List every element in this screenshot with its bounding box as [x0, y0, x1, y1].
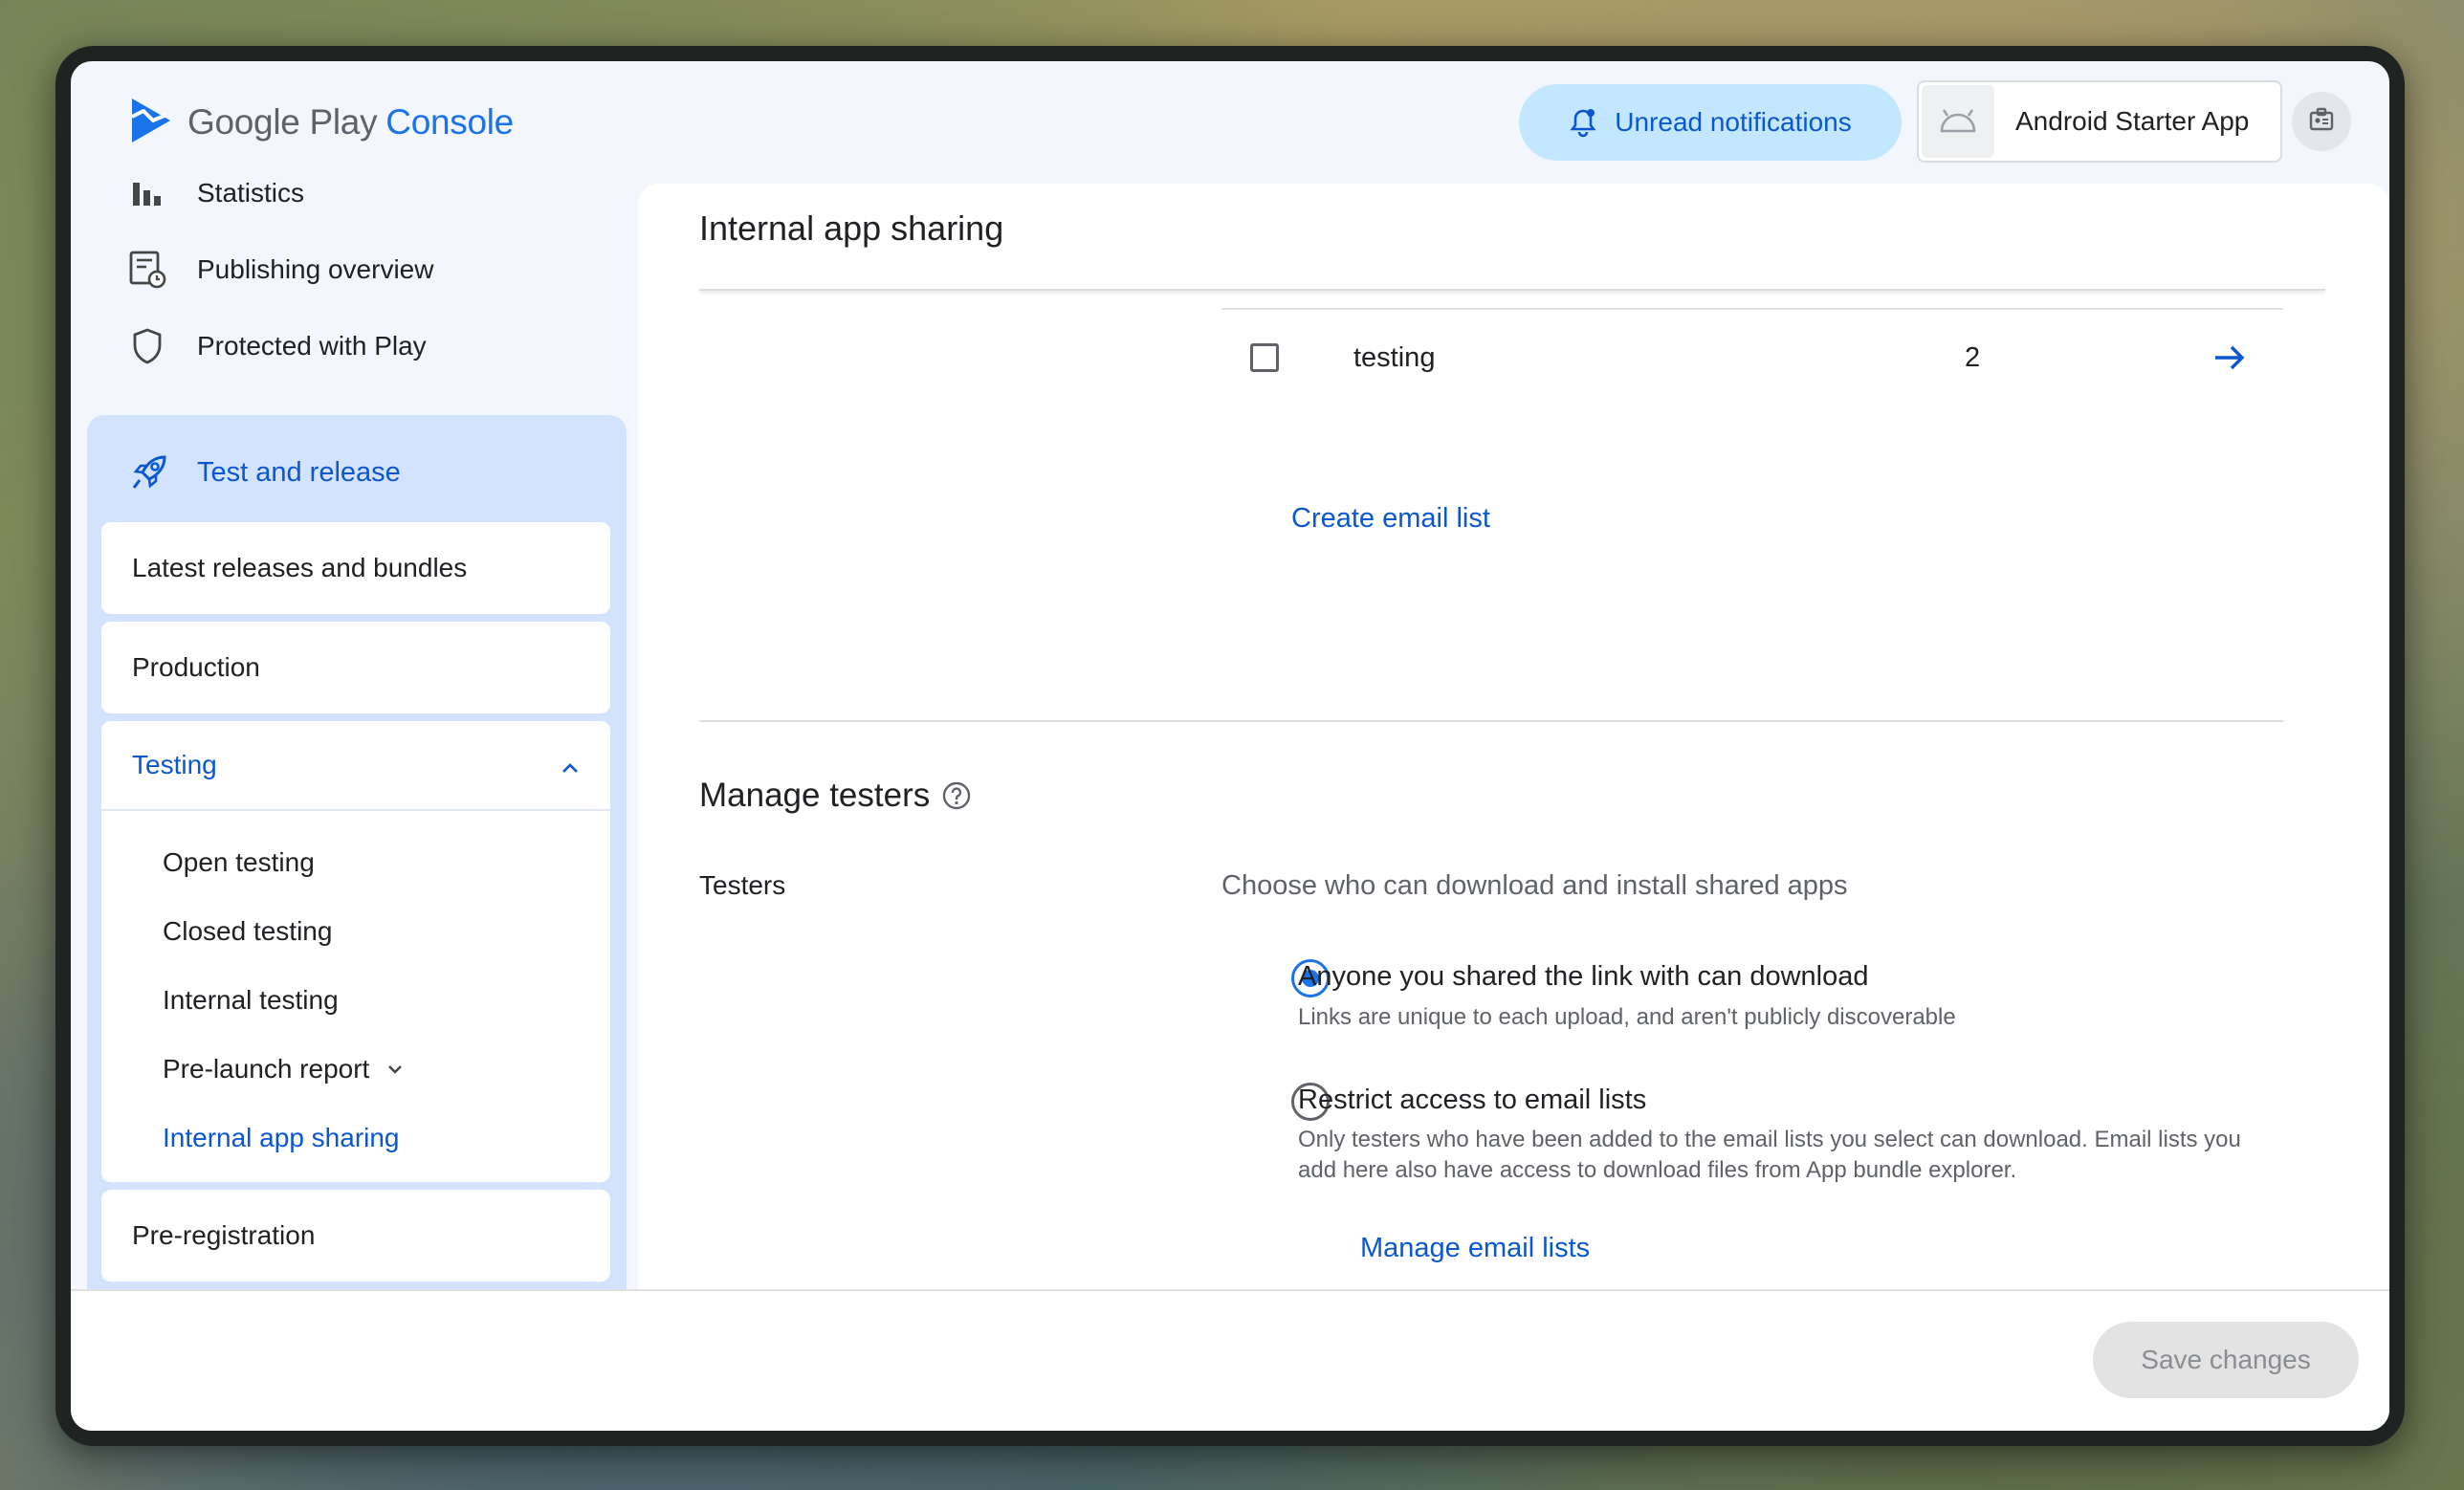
android-app-icon: [1922, 85, 1994, 158]
option-description: Only testers who have been added to the …: [1298, 1127, 2241, 1183]
sidebar-testing-group: Testing Open testing Closed testing Inte…: [101, 721, 610, 1182]
chevron-down-icon: [386, 1063, 404, 1075]
sidebar-item-pre-launch-report[interactable]: Pre-launch report: [101, 1035, 610, 1104]
sidebar-item-pre-registration[interactable]: Pre-registration: [101, 1190, 610, 1282]
sidebar-item-label: Testing: [132, 750, 217, 779]
table-divider: [1221, 308, 2283, 310]
sidebar-item-internal-app-sharing[interactable]: Internal app sharing: [101, 1104, 610, 1172]
sidebar-item-label: Latest releases and bundles: [132, 553, 468, 582]
sidebar-item-closed-testing[interactable]: Closed testing: [101, 897, 610, 966]
app-name: Android Starter App: [2015, 106, 2250, 136]
sidebar-item-label: Internal app sharing: [163, 1123, 400, 1152]
sidebar-item-label: Production: [132, 652, 260, 682]
sidebar-item-label: Internal testing: [163, 985, 339, 1015]
section-divider: [699, 720, 2283, 722]
sidebar-item-production[interactable]: Production: [101, 622, 610, 713]
unread-notifications-button[interactable]: Unread notifications: [1519, 84, 1902, 161]
email-list-name: testing: [1353, 341, 1436, 373]
sidebar-item-label: Protected with Play: [197, 331, 427, 361]
chevron-up-icon: [561, 750, 580, 780]
main-content: Internal app sharing testing 2 Create em…: [638, 184, 2389, 1350]
sidebar-item-protected-with-play[interactable]: Protected with Play: [128, 318, 427, 375]
logo-wordmark: Google Play Console: [187, 102, 514, 142]
app-selector[interactable]: Android Starter App: [1917, 80, 2282, 163]
notification-bell-icon: [1569, 107, 1597, 138]
account-button[interactable]: [2292, 92, 2351, 151]
rocket-icon: [128, 451, 170, 493]
email-list-checkbox[interactable]: [1250, 343, 1279, 372]
page-title: Internal app sharing: [699, 208, 1004, 248]
bar-chart-icon: [128, 174, 166, 212]
play-console-logo-icon: [128, 96, 174, 150]
sidebar-item-open-testing[interactable]: Open testing: [101, 828, 610, 897]
title-divider: [699, 289, 2325, 291]
unread-notifications-label: Unread notifications: [1615, 107, 1852, 137]
sidebar-item-label: Publishing overview: [197, 254, 434, 284]
sidebar-item-label: Pre-launch report: [163, 1054, 370, 1084]
email-list-count: 2: [1965, 341, 1981, 373]
app-window: Google Play Console Unread notifications …: [71, 61, 2389, 1431]
email-list-row[interactable]: testing 2: [1250, 321, 2283, 394]
testers-label: Testers: [699, 870, 786, 900]
play-console-logo[interactable]: Google Play Console: [128, 96, 514, 149]
sidebar-item-label: Open testing: [163, 847, 315, 877]
sidebar-item-label: Test and release: [197, 456, 401, 488]
sidebar-item-statistics[interactable]: Statistics: [128, 164, 304, 222]
account-badge-icon: [2308, 106, 2335, 138]
sidebar-item-latest-releases[interactable]: Latest releases and bundles: [101, 522, 610, 614]
publishing-overview-icon: [128, 251, 166, 289]
sidebar-item-label: Statistics: [197, 178, 305, 208]
create-email-list-link[interactable]: Create email list: [1291, 503, 1490, 535]
shield-icon: [128, 327, 166, 365]
sidebar-item-internal-testing[interactable]: Internal testing: [101, 966, 610, 1035]
sidebar-item-publishing-overview[interactable]: Publishing overview: [128, 241, 433, 298]
sidebar-item-test-and-release[interactable]: Test and release: [128, 444, 401, 501]
help-icon[interactable]: [941, 780, 972, 811]
manage-email-lists-link[interactable]: Manage email lists: [1360, 1233, 1590, 1264]
option-title: Restrict access to email lists: [1298, 1085, 1647, 1115]
arrow-right-icon[interactable]: [2212, 343, 2247, 372]
option-description: Links are unique to each upload, and are…: [1298, 1004, 1956, 1030]
sidebar-item-label: Closed testing: [163, 916, 333, 946]
save-changes-button[interactable]: Save changes: [2093, 1322, 2359, 1398]
testers-description: Choose who can download and install shar…: [1221, 870, 1848, 901]
option-title: Anyone you shared the link with can down…: [1298, 961, 1869, 992]
footer-bar: [71, 1289, 2389, 1431]
manage-testers-heading: Manage testers: [699, 777, 972, 815]
sidebar-item-label: Pre-registration: [132, 1220, 316, 1250]
sidebar-item-testing[interactable]: Testing: [101, 721, 610, 811]
section-title: Manage testers: [699, 777, 931, 814]
